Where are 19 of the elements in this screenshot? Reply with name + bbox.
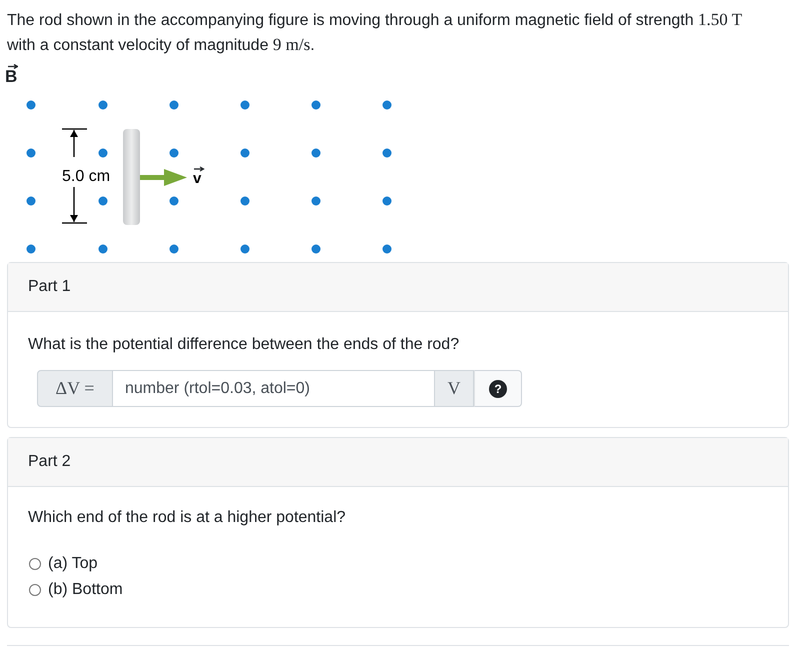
option-label[interactable]: (a) Top [48, 555, 98, 573]
radio-button[interactable] [29, 584, 41, 596]
velocity-label: v [193, 170, 202, 187]
vector-arrow-icon [193, 166, 205, 172]
length-label: 5.0 cm [62, 168, 110, 185]
part-title: Part 2 [28, 453, 71, 471]
answer-field[interactable]: number (rtol=0.03, atol=0) [113, 370, 435, 407]
question-text: What is the potential difference between the ends of the rod? [28, 336, 460, 354]
unit-label: V [435, 370, 474, 407]
velocity-arrow [140, 169, 187, 186]
part-title: Part 1 [28, 278, 71, 296]
radio-button[interactable] [29, 558, 41, 570]
problem-statement: The rod shown in the accompanying figure is moving through a uniform magnetic field of strength 1.50 T with a constant velocity of magnitude 9 m/s. [7, 9, 744, 56]
option-label[interactable]: (b) Bottom [48, 581, 123, 599]
variable-label: ΔV = [37, 370, 113, 407]
vector-arrow-icon [8, 64, 18, 69]
question-text: Which end of the rod is at a higher potential? [28, 509, 347, 527]
field-label: B [5, 70, 18, 83]
help-button[interactable]: ? [489, 380, 507, 398]
